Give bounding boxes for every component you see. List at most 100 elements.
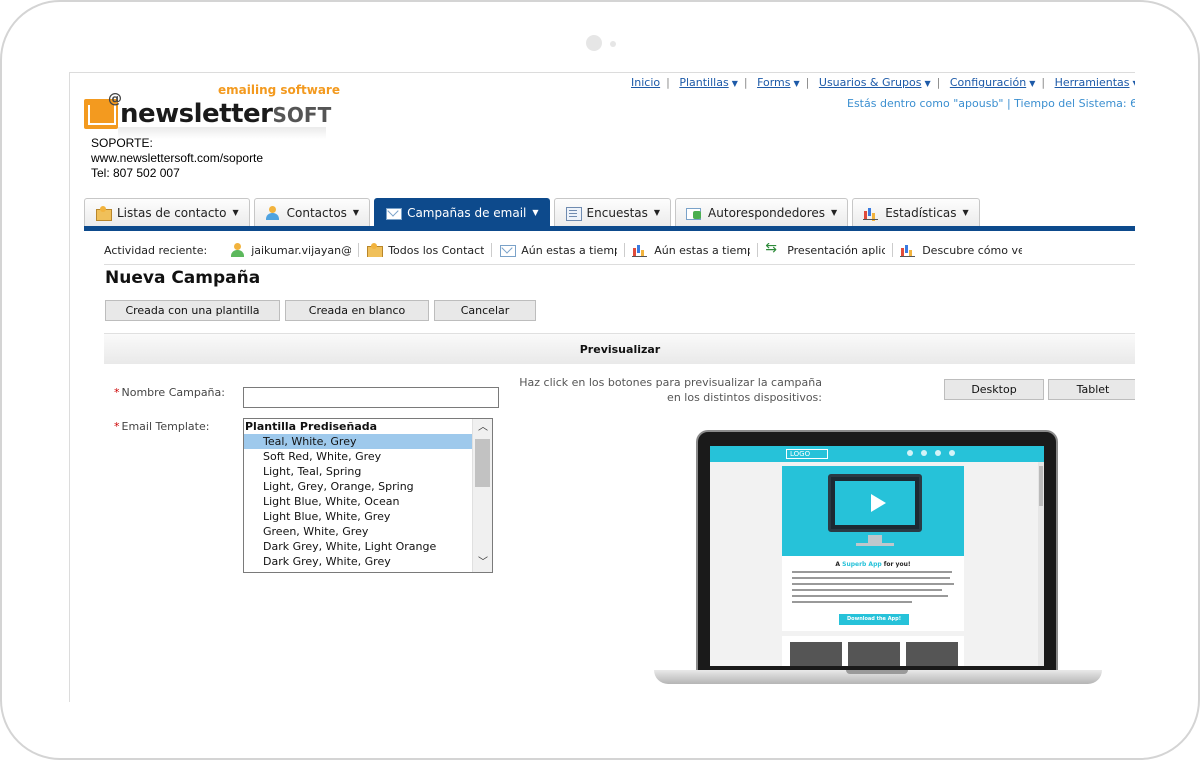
session-status: Estás dentro como "apousb" | Tiempo del … [847, 97, 1135, 110]
template-option[interactable]: Teal, White, Grey [244, 434, 472, 449]
survey-icon [565, 206, 582, 221]
arrows-icon [765, 243, 781, 257]
page-title: Nueva Campaña [105, 268, 261, 288]
brand-logo[interactable]: newsletter SOFT [84, 91, 331, 129]
tab-label: Encuestas [586, 205, 648, 220]
autoresponder-icon [686, 206, 702, 220]
nav-link-plantillas[interactable]: Plantillas [679, 76, 728, 89]
device-frame: emailing software newsletter SOFT SOPORT… [0, 0, 1200, 760]
recent-activity-label: Actividad reciente: [104, 243, 208, 257]
email-preview-card: A Superb App for you! Download the App! [782, 466, 964, 631]
chevron-down-icon: ▼ [793, 79, 800, 88]
desktop-preview-button[interactable]: Desktop [944, 379, 1044, 400]
template-option[interactable]: Dark Grey, White, Grey [244, 554, 472, 569]
facebook-icon [907, 450, 913, 456]
recent-item[interactable]: jaikumar.vijayan@g [229, 243, 351, 257]
nav-link-usuarios[interactable]: Usuarios & Grupos [819, 76, 922, 89]
email-template-label: * Email Template: [114, 420, 210, 433]
preview-header: Previsualizar [104, 333, 1135, 364]
chevron-up-icon[interactable]: ︿ [473, 419, 492, 437]
scrollbar-thumb[interactable] [475, 439, 490, 487]
email-preview-gallery [782, 636, 964, 666]
nav-link-herramientas[interactable]: Herramientas [1055, 76, 1130, 89]
campaign-name-input[interactable] [243, 387, 499, 408]
stats-chart-icon [900, 243, 916, 257]
chevron-down-icon: ▼ [831, 208, 838, 217]
nav-link-inicio[interactable]: Inicio [631, 76, 660, 89]
tab-contactos[interactable]: Contactos ▼ [253, 198, 371, 226]
divider [104, 264, 1135, 265]
recent-item[interactable]: Aún estas a tiempo [632, 243, 750, 257]
nav-link-forms[interactable]: Forms [757, 76, 790, 89]
chevron-down-icon: ▼ [232, 208, 239, 217]
tab-label: Campañas de email [407, 205, 527, 220]
recent-item[interactable]: Todos los Contactos [366, 243, 484, 257]
campaign-name-label: * Nombre Campaña: [114, 386, 225, 399]
email-preview-header: LOGO [710, 446, 1044, 462]
tab-encuestas[interactable]: Encuestas ▼ [553, 198, 672, 226]
email-icon [385, 206, 403, 220]
tab-campanas-de-email[interactable]: Campañas de email ▼ [374, 198, 550, 226]
email-template-listbox[interactable]: Plantilla Prediseñada Teal, White, Grey … [243, 418, 493, 573]
contact-list-icon [95, 205, 112, 221]
cancel-button[interactable]: Cancelar [434, 300, 536, 321]
stats-chart-icon [632, 243, 648, 257]
brand-name: newsletter [120, 99, 273, 129]
contact-icon [229, 243, 245, 257]
support-title: SOPORTE: [91, 136, 153, 150]
email-hero [782, 466, 964, 556]
top-navigation: Inicio | Plantillas ▼ | Forms ▼ | Usuarios & … [631, 76, 1135, 89]
email-icon [499, 243, 517, 257]
create-blank-button[interactable]: Creada en blanco [285, 300, 429, 321]
email-headline: A Superb App for you! [835, 561, 911, 568]
template-option[interactable]: Dark Grey, White, Light Orange [244, 539, 472, 554]
tab-label: Contactos [286, 205, 347, 220]
tab-estadisticas[interactable]: Estadísticas ▼ [852, 198, 980, 226]
template-option[interactable]: Light Blue, White, Ocean [244, 494, 472, 509]
nav-link-configuracion[interactable]: Configuración [950, 76, 1026, 89]
contact-list-icon [366, 243, 384, 257]
tab-underline-bar [84, 226, 1135, 231]
tab-autorespondedores[interactable]: Autorespondedores ▼ [675, 198, 849, 226]
support-info: SOPORTE: www.newslettersoft.com/soporte … [91, 136, 263, 181]
tab-listas-de-contacto[interactable]: Listas de contacto ▼ [84, 198, 250, 226]
email-preview-screen: LOGO A Superb App for you! Download the … [710, 446, 1044, 666]
template-group-label: Plantilla Prediseñada [245, 420, 378, 433]
chevron-down-icon: ▼ [924, 79, 931, 88]
template-option[interactable]: Light Blue, White, Grey [244, 509, 472, 524]
tablet-preview-button[interactable]: Tablet [1048, 379, 1135, 400]
contacts-icon [265, 205, 281, 220]
preview-hint: Haz click en los botones para previsuali… [519, 376, 822, 404]
chevron-down-icon: ▼ [352, 208, 360, 217]
laptop-preview: LOGO A Superb App for you! Download the … [696, 430, 1058, 676]
email-logo: LOGO [786, 449, 828, 459]
chevron-down-icon[interactable]: ﹀ [473, 554, 492, 572]
chevron-down-icon: ▼ [653, 208, 661, 217]
recent-item[interactable]: Aún estas a tiempo [499, 243, 617, 257]
preview-scrollbar [1038, 462, 1044, 666]
chevron-down-icon: ▼ [1029, 79, 1036, 88]
template-option[interactable]: Soft Red, White, Grey [244, 449, 472, 464]
tab-label: Autorespondedores [708, 205, 826, 220]
recent-item[interactable]: Presentación aplicac [765, 243, 885, 257]
googleplus-icon [921, 450, 927, 456]
email-body-text [792, 571, 954, 607]
email-cta-button: Download the App! [839, 614, 909, 625]
tab-label: Estadísticas [885, 205, 957, 220]
sensor-icon [610, 41, 616, 47]
stats-chart-icon [863, 206, 879, 220]
template-option[interactable]: Green, White, Grey [244, 524, 472, 539]
social-icons [907, 450, 955, 456]
tab-label: Listas de contacto [117, 205, 227, 220]
create-from-template-button[interactable]: Creada con una plantilla [105, 300, 280, 321]
support-url: www.newslettersoft.com/soporte [91, 151, 264, 165]
recent-item[interactable]: Descubre cómo ven [900, 243, 1022, 257]
template-option[interactable]: Light, Grey, Orange, Spring [244, 479, 472, 494]
linkedin-icon [949, 450, 955, 456]
chevron-down-icon: ▼ [532, 208, 539, 217]
template-option[interactable]: Light, Teal, Spring [244, 464, 472, 479]
support-phone: Tel: 807 502 007 [91, 166, 180, 180]
recent-activity: Actividad reciente: jaikumar.vijayan@g T… [104, 243, 1022, 257]
app-screen: emailing software newsletter SOFT SOPORT… [69, 72, 1135, 702]
listbox-scrollbar[interactable]: ︿ ﹀ [472, 419, 492, 572]
